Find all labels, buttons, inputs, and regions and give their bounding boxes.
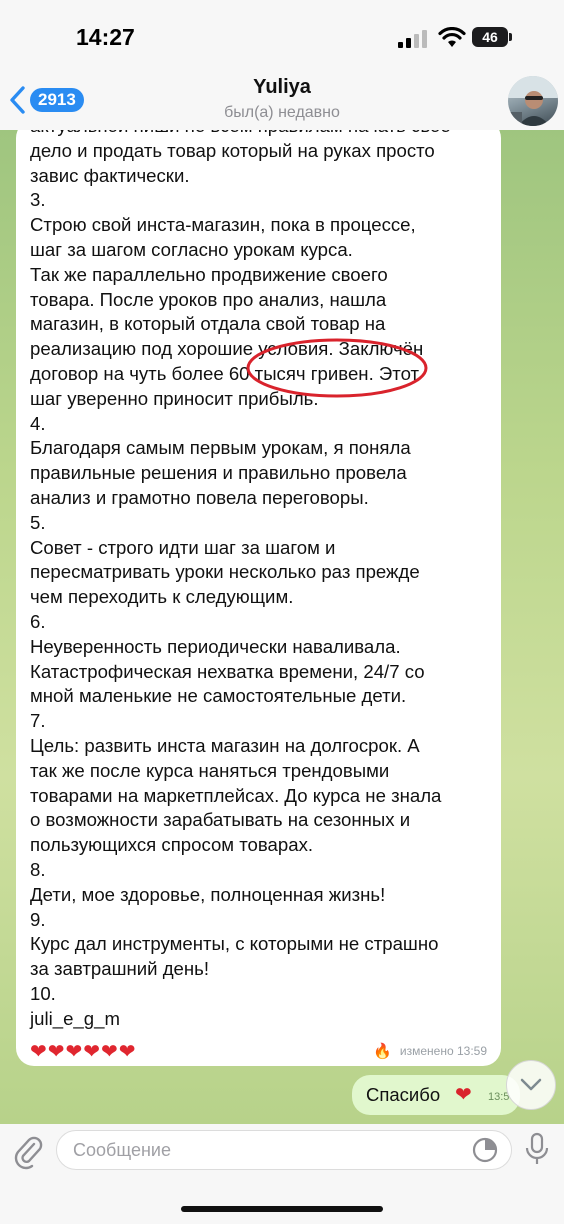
red-highlight-ellipse bbox=[246, 338, 428, 398]
message-line: так же после курса наняться трендовыми bbox=[30, 759, 390, 781]
wifi-icon bbox=[438, 27, 466, 47]
message-line: мной маленькие не самостоятельные дети. bbox=[30, 685, 407, 707]
outgoing-time: 13:5 bbox=[488, 1091, 510, 1103]
message-input[interactable] bbox=[56, 1130, 512, 1170]
message-line: 5. bbox=[30, 511, 46, 533]
home-indicator bbox=[181, 1206, 383, 1212]
paperclip-icon[interactable] bbox=[12, 1134, 44, 1170]
signal-icon bbox=[398, 30, 427, 48]
chat-header: 2913 Yuliya был(а) недавно bbox=[0, 74, 564, 130]
message-line: Строю свой инста-магазин, пока в процесс… bbox=[30, 214, 416, 236]
message-line: 3. bbox=[30, 189, 46, 211]
message-line: товара. После уроков про анализ, нашла bbox=[30, 288, 387, 310]
message-line: 8. bbox=[30, 858, 46, 880]
message-line: пересматривать уроки несколько раз прежд… bbox=[30, 561, 420, 583]
edited-time: изменено 13:59 bbox=[399, 1044, 487, 1058]
message-line: о возможности зарабатывать на сезонных и bbox=[30, 809, 411, 831]
message-line: Катастрофическая нехватка времени, 24/7 … bbox=[30, 660, 425, 682]
message-line: Совет - строго идти шаг за шагом и bbox=[30, 536, 336, 558]
sticker-icon[interactable] bbox=[472, 1137, 498, 1163]
message-line: пользующихся спросом товарах. bbox=[30, 834, 314, 856]
message-line: Дети, мое здоровье, полноценная жизнь! bbox=[30, 883, 386, 905]
incoming-message-bubble[interactable]: актуальной ниши не всем правилам начать … bbox=[16, 130, 501, 1066]
message-line: Цель: развить инста магазин на долгосрок… bbox=[30, 734, 420, 756]
message-line: шаг за шагом согласно урокам курса. bbox=[30, 238, 353, 260]
outgoing-message-bubble[interactable]: Спасибо ❤ 13:5 bbox=[352, 1075, 520, 1115]
message-line: чем переходить к следующим. bbox=[30, 586, 294, 608]
message-line: товарами на маркетплейсах. До курса не з… bbox=[30, 784, 442, 806]
message-line: Так же параллельно продвижение своего bbox=[30, 263, 388, 285]
message-line: за завтрашний день! bbox=[30, 958, 210, 980]
scroll-down-button[interactable] bbox=[506, 1060, 556, 1110]
avatar[interactable] bbox=[508, 76, 558, 126]
message-line: juli_e_g_m bbox=[30, 1007, 120, 1029]
battery-tip bbox=[509, 33, 512, 41]
outgoing-text: Спасибо bbox=[366, 1084, 441, 1105]
heart-emoji: ❤ bbox=[455, 1084, 472, 1106]
message-line: завис фактически. bbox=[30, 164, 190, 186]
message-text: актуальной ниши не всем правилам начать … bbox=[30, 130, 487, 1031]
status-bar: 14:27 46 bbox=[0, 0, 564, 74]
message-line: 9. bbox=[30, 908, 46, 930]
message-line: актуальной ниши не всем правилам начать … bbox=[30, 130, 487, 139]
message-meta: 🔥 изменено 13:59 bbox=[373, 1042, 487, 1060]
message-line: дело и продать товар который на руках пр… bbox=[30, 139, 435, 161]
message-line: Неуверенность периодически наваливала. bbox=[30, 635, 401, 657]
message-line: магазин, в который отдала свой товар на bbox=[30, 313, 386, 335]
microphone-icon[interactable] bbox=[524, 1132, 550, 1168]
battery-icon: 46 bbox=[472, 27, 508, 47]
fire-reaction-icon[interactable]: 🔥 bbox=[373, 1042, 392, 1060]
message-line: 6. bbox=[30, 610, 46, 632]
message-line: 10. bbox=[30, 982, 56, 1004]
status-time: 14:27 bbox=[76, 24, 135, 50]
message-line: анализ и грамотно повела переговоры. bbox=[30, 486, 369, 508]
chevron-down-icon bbox=[520, 1078, 542, 1091]
message-line: правильные решения и правильно провела bbox=[30, 462, 407, 484]
avatar-photo bbox=[508, 76, 558, 126]
message-line: Курс дал инструменты, с которыми не стра… bbox=[30, 933, 439, 955]
contact-status: был(а) недавно bbox=[224, 104, 340, 121]
message-line: 4. bbox=[30, 412, 46, 434]
contact-name[interactable]: Yuliya bbox=[0, 76, 564, 99]
chat-area[interactable]: актуальной ниши не всем правилам начать … bbox=[0, 130, 564, 1124]
message-line: 7. bbox=[30, 710, 46, 732]
message-line: Благодаря самым первым урокам, я поняла bbox=[30, 437, 411, 459]
